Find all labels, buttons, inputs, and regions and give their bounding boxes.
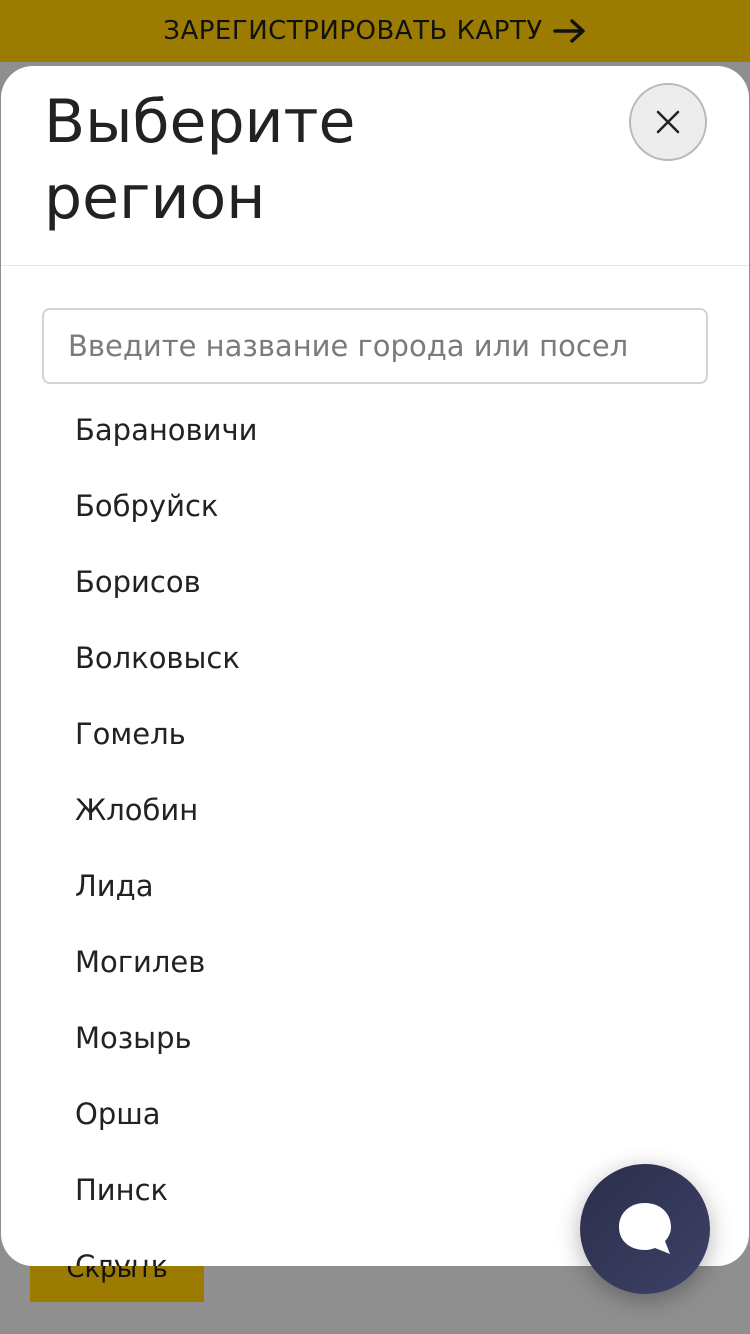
chat-bubble-icon [619,1203,671,1254]
city-item-mogilev[interactable]: Могилев [1,924,749,1000]
modal-title: Выберите регион [44,87,356,233]
region-select-modal: Выберите регион Барановичи Бобруйск Бори… [1,66,749,1266]
city-item-zhlobin[interactable]: Жлобин [1,772,749,848]
city-search-input[interactable] [44,310,706,382]
city-item-orsha[interactable]: Орша [1,1076,749,1152]
modal-header: Выберите регион [1,66,749,266]
close-button[interactable] [629,83,707,161]
arrow-right-icon [552,18,587,44]
city-item-gomel[interactable]: Гомель [1,696,749,772]
register-card-banner[interactable]: ЗАРЕГИСТРИРОВАТЬ КАРТУ [0,0,750,62]
city-item-baranovichi[interactable]: Барановичи [1,392,749,468]
city-item-lida[interactable]: Лида [1,848,749,924]
city-item-mozyr[interactable]: Мозырь [1,1000,749,1076]
chat-button[interactable] [580,1164,710,1294]
city-item-borisov[interactable]: Борисов [1,544,749,620]
city-item-bobruisk[interactable]: Бобруйск [1,468,749,544]
city-list: Барановичи Бобруйск Борисов Волковыск Го… [1,392,749,1266]
close-icon [656,110,680,134]
search-field [42,308,708,384]
register-card-label: ЗАРЕГИСТРИРОВАТЬ КАРТУ [163,16,543,46]
city-item-volkovysk[interactable]: Волковыск [1,620,749,696]
